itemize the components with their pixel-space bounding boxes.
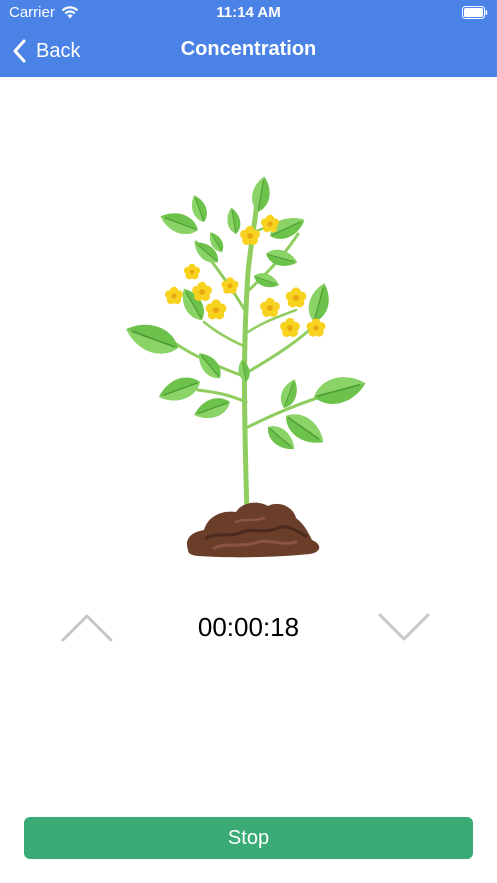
soil-mound	[186, 502, 320, 558]
stop-button[interactable]: Stop	[24, 817, 473, 859]
concentration-screen: Carrier 11:14 AM Back Concentration 00:0…	[0, 0, 497, 883]
page-title: Concentration	[180, 38, 317, 60]
navigation-bar: Back Concentration	[0, 26, 497, 77]
stop-button-label: Stop	[227, 826, 270, 849]
status-time: 11:14 AM	[216, 4, 281, 21]
decrease-time-button[interactable]	[376, 605, 432, 649]
header: Carrier 11:14 AM Back Concentration	[0, 0, 497, 77]
status-bar: Carrier 11:14 AM	[0, 0, 497, 26]
chevron-down-icon	[378, 613, 430, 641]
battery-icon	[462, 6, 488, 19]
flowering-plant-illustration	[120, 174, 370, 558]
